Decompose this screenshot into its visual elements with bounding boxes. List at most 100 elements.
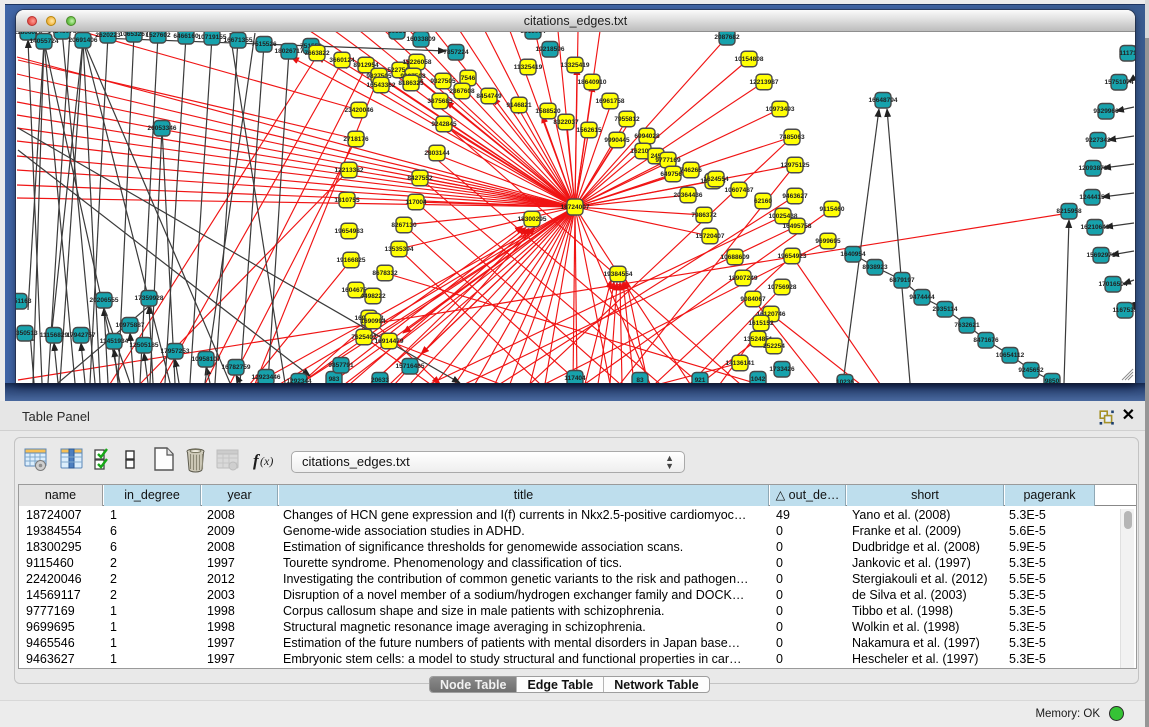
svg-text:10975887: 10975887	[116, 322, 145, 329]
svg-text:16495758: 16495758	[783, 223, 812, 230]
svg-text:6466160: 6466160	[173, 33, 199, 40]
svg-text:7663822: 7663822	[304, 50, 330, 57]
svg-text:18907249: 18907249	[729, 275, 758, 282]
svg-text:8427552: 8427552	[407, 175, 433, 182]
svg-text:9474444: 9474444	[909, 294, 935, 301]
svg-text:983: 983	[329, 376, 340, 383]
svg-text:10236: 10236	[836, 379, 854, 383]
svg-text:19384554: 19384554	[604, 271, 633, 278]
svg-text:1690994: 1690994	[360, 318, 386, 325]
svg-text:2620223: 2620223	[95, 32, 121, 39]
svg-text:7857224: 7857224	[443, 49, 469, 56]
svg-text:12213987: 12213987	[750, 79, 779, 86]
svg-text:10756928: 10756928	[768, 284, 797, 291]
svg-text:23420046: 23420046	[345, 107, 374, 114]
svg-text:13325419: 13325419	[561, 62, 590, 69]
svg-text:921: 921	[695, 377, 706, 383]
svg-text:2350513: 2350513	[16, 330, 38, 337]
svg-text:14136141: 14136141	[726, 360, 755, 367]
svg-text:17016504: 17016504	[1099, 281, 1128, 288]
svg-text:12505185: 12505185	[130, 342, 159, 349]
svg-text:9227342: 9227342	[1085, 137, 1111, 144]
svg-text:20206555: 20206555	[90, 297, 119, 304]
svg-text:7632621: 7632621	[954, 322, 980, 329]
svg-text:16914479: 16914479	[375, 338, 404, 345]
svg-text:16648794: 16648794	[869, 97, 898, 104]
svg-text:62160: 62160	[754, 198, 772, 205]
svg-text:14055724: 14055724	[30, 38, 59, 45]
svg-text:10719155: 10719155	[198, 34, 227, 41]
svg-text:8215958: 8215958	[1056, 208, 1082, 215]
svg-text:16671355: 16671355	[224, 37, 253, 44]
svg-text:15720407: 15720407	[696, 233, 725, 240]
svg-text:16543362: 16543362	[367, 82, 396, 89]
svg-text:8322037: 8322037	[553, 119, 579, 126]
svg-text:9084067: 9084067	[740, 296, 766, 303]
svg-text:16033809: 16033809	[407, 36, 436, 43]
svg-text:1615152: 1615152	[748, 320, 774, 327]
svg-text:1640954: 1640954	[840, 251, 866, 258]
svg-text:10973493: 10973493	[766, 106, 795, 113]
svg-text:1810755: 1810755	[334, 197, 360, 204]
svg-text:20691406: 20691406	[69, 37, 98, 44]
svg-text:18300295: 18300295	[518, 216, 547, 223]
svg-text:9115460: 9115460	[820, 206, 845, 213]
svg-text:19218596: 19218596	[536, 46, 565, 53]
svg-text:10958107: 10958107	[192, 356, 221, 363]
svg-text:17359928: 17359928	[135, 295, 164, 302]
svg-text:20331: 20331	[388, 32, 406, 35]
svg-text:4498222: 4498222	[360, 293, 386, 300]
svg-text:16961758: 16961758	[596, 98, 625, 105]
svg-text:11325419: 11325419	[514, 64, 543, 71]
svg-text:18640910: 18640910	[578, 79, 607, 86]
svg-text:1527602: 1527602	[145, 32, 171, 39]
svg-text:1562615: 1562615	[576, 127, 602, 134]
svg-text:1651163: 1651163	[16, 298, 32, 305]
svg-text:20053346: 20053346	[148, 125, 177, 132]
svg-text:117404: 117404	[564, 375, 586, 382]
svg-text:9463627: 9463627	[782, 193, 808, 200]
svg-text:8186323: 8186323	[398, 80, 424, 87]
svg-text:17942757: 17942757	[67, 332, 96, 339]
svg-text:6994028: 6994028	[634, 133, 660, 140]
svg-text:1733426: 1733426	[769, 366, 795, 373]
svg-text:8813054: 8813054	[520, 32, 546, 35]
svg-text:7955812: 7955812	[614, 116, 640, 123]
svg-text:7485063: 7485063	[779, 134, 805, 141]
svg-text:7515526: 7515526	[251, 41, 277, 48]
svg-text:11156829: 11156829	[40, 332, 69, 339]
svg-text:2718176: 2718176	[343, 136, 369, 143]
svg-text:12093873: 12093873	[1079, 165, 1108, 172]
svg-text:10154808: 10154808	[735, 56, 764, 63]
svg-text:20633: 20633	[371, 377, 389, 383]
svg-text:12923446: 12923446	[252, 374, 281, 381]
svg-text:83: 83	[636, 377, 644, 383]
svg-text:2087682: 2087682	[714, 34, 740, 41]
svg-text:2867608: 2867608	[449, 88, 475, 95]
svg-text:8678332: 8678332	[372, 270, 398, 277]
svg-text:17957253: 17957253	[161, 348, 190, 355]
svg-text:12213382: 12213382	[335, 167, 364, 174]
svg-text:11171: 11171	[1119, 50, 1135, 57]
svg-text:11451934: 11451934	[100, 338, 129, 345]
svg-text:19654923: 19654923	[778, 253, 807, 260]
svg-text:19654983: 19654983	[335, 228, 364, 235]
svg-text:12975125: 12975125	[781, 162, 810, 169]
svg-text:10607487: 10607487	[725, 187, 754, 194]
svg-text:7986372: 7986372	[691, 212, 717, 219]
svg-text:15692971: 15692971	[1087, 252, 1116, 259]
svg-text:7546: 7546	[461, 75, 476, 82]
svg-text:8471676: 8471676	[973, 337, 999, 344]
svg-text:1292344: 1292344	[286, 378, 312, 383]
svg-text:117004: 117004	[405, 199, 427, 206]
svg-text:9777169: 9777169	[655, 157, 681, 164]
svg-text:1042: 1042	[751, 376, 766, 383]
svg-text:2935114: 2935114	[933, 306, 958, 313]
svg-text:9699695: 9699695	[815, 238, 841, 245]
svg-text:9857791: 9857791	[328, 362, 354, 369]
svg-text:9327505: 9327505	[430, 78, 456, 85]
svg-text:(x): (x)	[260, 454, 273, 468]
svg-text:20364436: 20364436	[674, 192, 703, 199]
svg-text:14248078: 14248078	[48, 32, 77, 35]
svg-text:746266: 746266	[680, 167, 702, 174]
